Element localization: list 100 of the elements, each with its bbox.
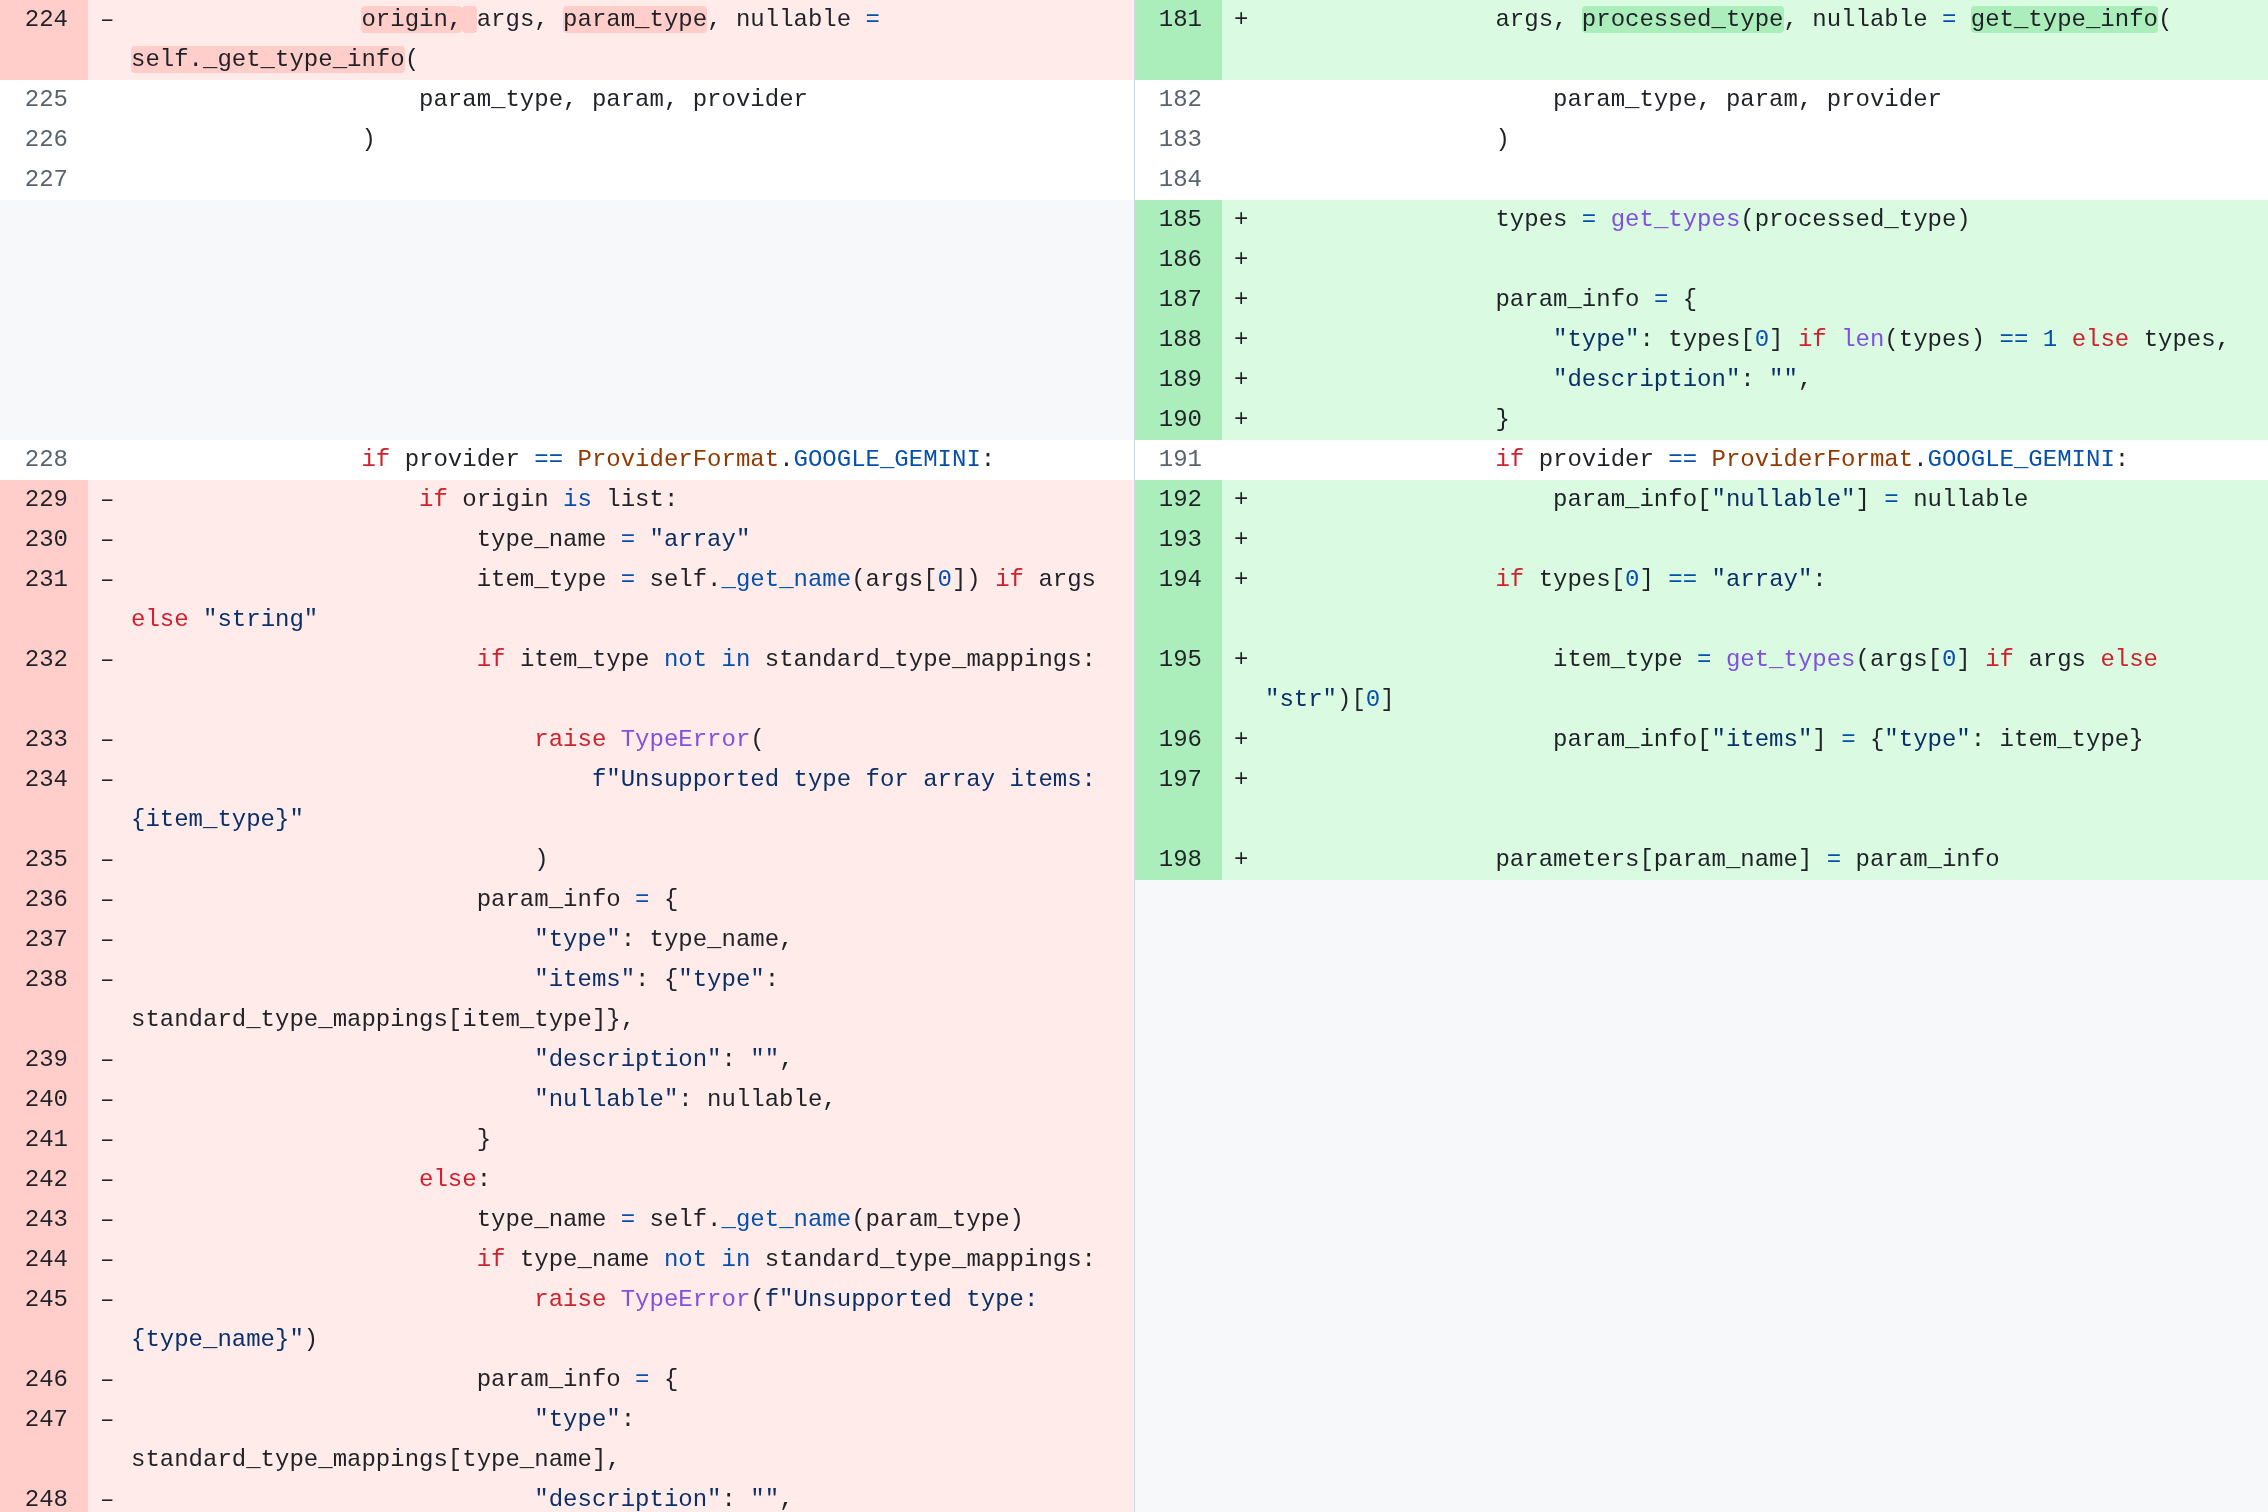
line-number: 194: [1135, 560, 1222, 640]
diff-marker: +: [1234, 365, 1249, 395]
code-line: "description": "",: [533, 1045, 795, 1075]
code-line: args, processed_type, nullable = get_type_info(: [1494, 5, 2174, 35]
diff-marker: –: [100, 1485, 115, 1512]
diff-marker: +: [1234, 485, 1249, 515]
line-number: 236: [0, 880, 88, 920]
diff-marker: –: [100, 565, 115, 595]
line-number: 239: [0, 1040, 88, 1080]
line-number: 230: [0, 520, 88, 560]
line-number: 229: [0, 480, 88, 520]
line-number: 188: [1135, 320, 1222, 360]
code-line: param_info = {: [1494, 285, 1699, 315]
code-line: "items": {"type": standard_type_mappings[item_type]},: [131, 965, 781, 1035]
line-number: 245: [0, 1280, 88, 1360]
code-line: if type_name not in standard_type_mappings:: [475, 1245, 1097, 1275]
diff-marker: –: [100, 525, 115, 555]
code-line: else:: [418, 1165, 493, 1195]
code-line: "type": standard_type_mappings[type_name],: [131, 1405, 637, 1475]
code-line: }: [1494, 405, 1511, 435]
diff-marker: +: [1234, 5, 1249, 35]
line-number: 242: [0, 1160, 88, 1200]
code-line: "type": type_name,: [533, 925, 795, 955]
diff-marker: +: [1234, 645, 1249, 675]
code-line: ): [1494, 125, 1511, 155]
diff-marker: +: [1234, 285, 1249, 315]
diff-marker: +: [1234, 565, 1249, 595]
line-number: 231: [0, 560, 88, 640]
diff-marker: –: [100, 765, 115, 795]
code-line: param_info["items"] = {"type": item_type}: [1552, 725, 2145, 755]
diff-marker: –: [100, 1405, 115, 1435]
diff-marker: +: [1234, 525, 1249, 555]
line-number: 196: [1135, 720, 1222, 760]
code-line: type_name = "array": [475, 525, 752, 555]
diff-marker: –: [100, 485, 115, 515]
code-line: ): [360, 125, 377, 155]
code-line: type_name = self._get_name(param_type): [475, 1205, 1025, 1235]
code-line: types = get_types(processed_type): [1494, 205, 1972, 235]
line-number: 233: [0, 720, 88, 760]
diff-marker: +: [1234, 725, 1249, 755]
line-number: 244: [0, 1240, 88, 1280]
diff-marker: –: [100, 1365, 115, 1395]
line-number: 232: [0, 640, 88, 720]
diff-marker: +: [1234, 765, 1249, 795]
line-number: 243: [0, 1200, 88, 1240]
line-number: 240: [0, 1080, 88, 1120]
code-line: raise TypeError(: [533, 725, 766, 755]
diff-marker: –: [100, 1125, 115, 1155]
line-number: 186: [1135, 240, 1222, 280]
diff-marker: –: [100, 1165, 115, 1195]
code-line: }: [475, 1125, 493, 1155]
diff-marker: –: [100, 645, 115, 675]
diff-marker: –: [100, 965, 115, 995]
code-line: raise TypeError(f"Unsupported type: {type_name}"): [131, 1285, 1040, 1355]
line-number: 185: [1135, 200, 1222, 240]
line-number: 192: [1135, 480, 1222, 520]
diff-marker: –: [100, 1205, 115, 1235]
diff-marker: –: [100, 885, 115, 915]
line-number: 181: [1135, 0, 1222, 80]
diff-marker: –: [100, 1285, 115, 1315]
diff-marker: +: [1234, 245, 1249, 275]
diff-marker: –: [100, 1245, 115, 1275]
diff-marker: +: [1234, 845, 1249, 875]
code-line: param_type, param, provider: [418, 85, 809, 115]
code-line: if types[0] == "array":: [1494, 565, 1828, 595]
diff-marker: –: [100, 1085, 115, 1115]
code-line: param_info = {: [475, 1365, 680, 1395]
diff-marker: +: [1234, 205, 1249, 235]
diff-marker: –: [100, 725, 115, 755]
line-number: 187: [1135, 280, 1222, 320]
code-line: "description": "",: [1552, 365, 1814, 395]
line-number: 235: [0, 840, 88, 880]
code-line: param_info = {: [475, 885, 680, 915]
line-number: 224: [0, 0, 88, 80]
line-number: 198: [1135, 840, 1222, 880]
line-number: 238: [0, 960, 88, 1040]
code-line: param_type, param, provider: [1552, 85, 1943, 115]
diff-marker: –: [100, 925, 115, 955]
code-line: "nullable": nullable,: [533, 1085, 838, 1115]
code-line: parameters[param_name] = param_info: [1494, 845, 2001, 875]
line-number: 189: [1135, 360, 1222, 400]
diff-marker: +: [1234, 405, 1249, 435]
diff-marker: +: [1234, 325, 1249, 355]
code-line: f"Unsupported type for array items: {item_type}": [131, 765, 1097, 835]
code-line: ): [533, 845, 550, 875]
code-line: item_type = self._get_name(args[0]) if args else "string": [131, 565, 1097, 635]
line-number: 241: [0, 1120, 88, 1160]
line-number: 190: [1135, 400, 1222, 440]
line-number: 246: [0, 1360, 88, 1400]
diff-marker: –: [100, 1045, 115, 1075]
line-number: 248: [0, 1480, 88, 1512]
code-line: if origin is list:: [418, 485, 680, 515]
code-line: "type": types[0] if len(types) == 1 else types,: [1552, 325, 2232, 355]
line-number: 197: [1135, 760, 1222, 840]
code-line: "description": "",: [533, 1485, 795, 1512]
line-number: 247: [0, 1400, 88, 1480]
line-number: 234: [0, 760, 88, 840]
diff-marker: –: [100, 845, 115, 875]
line-number: 237: [0, 920, 88, 960]
code-line: if item_type not in standard_type_mappings:: [475, 645, 1097, 675]
